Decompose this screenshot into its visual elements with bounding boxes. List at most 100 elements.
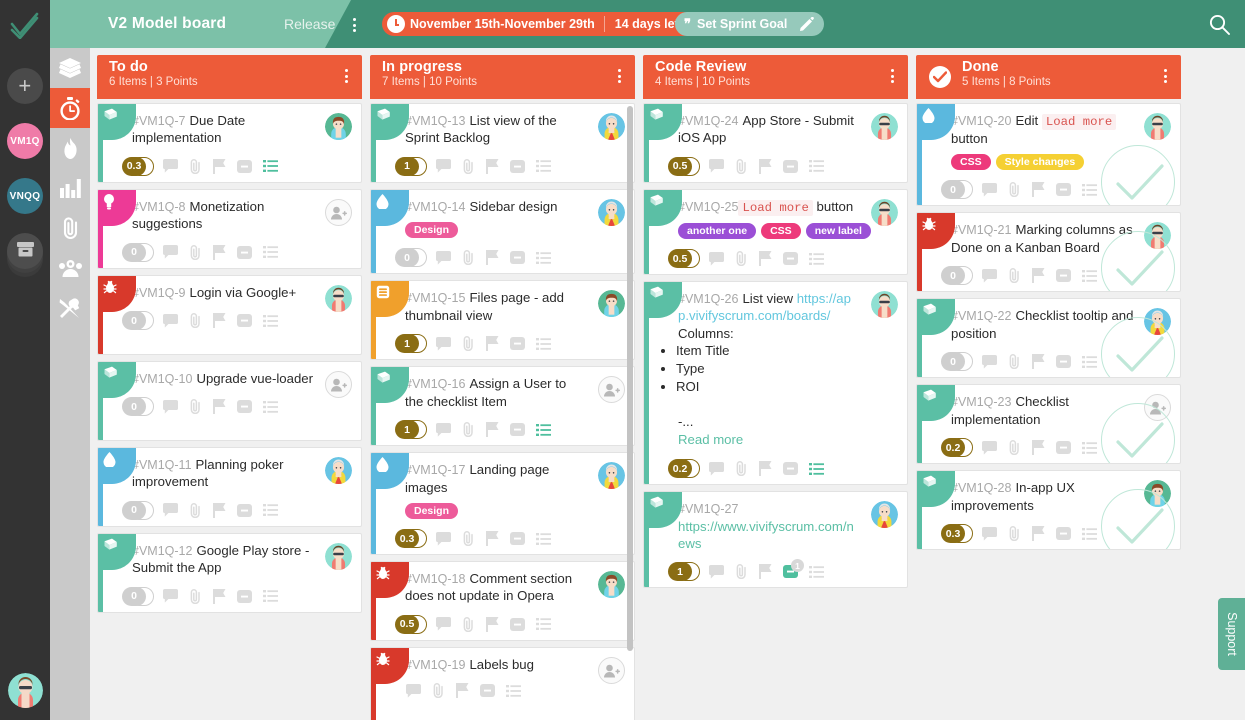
flag-icon[interactable]: [213, 588, 226, 604]
card-points[interactable]: 0: [395, 248, 427, 268]
sidebar-item-reports[interactable]: [50, 168, 90, 208]
sidebar-item-backlog[interactable]: [50, 48, 90, 88]
tag-icon[interactable]: [783, 252, 798, 266]
label-chip[interactable]: new label: [805, 223, 871, 240]
current-user-avatar[interactable]: [8, 673, 43, 708]
avatar[interactable]: [871, 199, 898, 226]
sidebar-item-burndown[interactable]: [50, 128, 90, 168]
card[interactable]: #VM1Q-15 Files page - add thumbnail view 1: [370, 280, 635, 361]
sidebar-item-settings[interactable]: [50, 288, 90, 328]
tag-icon[interactable]: [480, 684, 495, 698]
flag-icon[interactable]: [759, 251, 772, 267]
checklist-icon[interactable]: [263, 400, 278, 413]
card-points[interactable]: 0.5: [668, 156, 700, 176]
label-chip[interactable]: another one: [678, 223, 757, 240]
comment-icon[interactable]: [709, 461, 724, 476]
sidebar-item-files[interactable]: [50, 208, 90, 248]
archive-stack[interactable]: [7, 233, 43, 277]
card-points[interactable]: 0.5: [395, 614, 427, 634]
flag-icon[interactable]: [213, 158, 226, 174]
tag-icon[interactable]: [237, 245, 252, 259]
card[interactable]: #VM1Q-21 Marking columns as Done on a Kan…: [916, 212, 1181, 293]
card-points[interactable]: 0.3: [941, 524, 973, 544]
tag-icon[interactable]: [237, 159, 252, 173]
comment-icon[interactable]: [436, 159, 451, 173]
tag-icon[interactable]: [1056, 441, 1071, 455]
tag-icon[interactable]: [237, 589, 252, 603]
checklist-icon[interactable]: [263, 590, 278, 603]
column-menu-button[interactable]: [611, 66, 627, 86]
attachment-icon[interactable]: [462, 616, 475, 632]
attachment-icon[interactable]: [462, 422, 475, 438]
attachment-icon[interactable]: [735, 461, 748, 477]
card-points[interactable]: 0: [941, 180, 973, 200]
attachment-icon[interactable]: [1008, 440, 1021, 456]
comment-icon[interactable]: [436, 250, 451, 265]
attachment-icon[interactable]: [189, 313, 202, 329]
avatar[interactable]: [325, 457, 352, 484]
attachment-icon[interactable]: [462, 250, 475, 266]
add-project-button[interactable]: +: [7, 68, 43, 104]
checklist-icon[interactable]: [809, 565, 824, 578]
label-chip[interactable]: Design: [405, 503, 459, 520]
comment-icon[interactable]: [163, 503, 178, 517]
attachment-icon[interactable]: [189, 588, 202, 604]
column-menu-button[interactable]: [338, 66, 354, 86]
project-avatar-vm1q[interactable]: VM1Q: [7, 123, 43, 159]
tag-icon[interactable]: [510, 251, 525, 265]
attachment-icon[interactable]: [189, 158, 202, 174]
tag-icon[interactable]: [510, 337, 525, 351]
attachment-icon[interactable]: [432, 683, 445, 699]
column-menu-button[interactable]: [884, 66, 900, 86]
attachment-icon[interactable]: [462, 531, 475, 547]
release-menu-button[interactable]: [346, 15, 362, 35]
card[interactable]: #VM1Q-18 Comment section does not update …: [370, 561, 635, 642]
flag-icon[interactable]: [486, 422, 499, 438]
comment-icon[interactable]: [163, 589, 178, 603]
support-button[interactable]: Support: [1218, 598, 1245, 670]
tag-icon[interactable]: [1056, 527, 1071, 541]
set-sprint-goal-button[interactable]: ❞ Set Sprint Goal: [675, 12, 824, 36]
card[interactable]: #VM1Q-8 Monetization suggestions 0: [97, 189, 362, 269]
checklist-icon[interactable]: [536, 251, 551, 264]
card-points[interactable]: 0.2: [668, 459, 700, 479]
label-chip[interactable]: CSS: [761, 223, 801, 240]
label-chip[interactable]: Style changes: [995, 154, 1085, 171]
attachment-icon[interactable]: [735, 251, 748, 267]
assign-user-button[interactable]: [598, 657, 625, 685]
comment-icon[interactable]: [982, 440, 997, 455]
attachment-icon[interactable]: [189, 399, 202, 415]
avatar[interactable]: [325, 285, 352, 312]
attachment-icon[interactable]: [735, 564, 748, 580]
card[interactable]: #VM1Q-19 Labels bug: [370, 647, 635, 720]
checklist-icon[interactable]: [809, 462, 824, 475]
flag-icon[interactable]: [486, 531, 499, 547]
card[interactable]: #VM1Q-9 Login via Google+ 0: [97, 275, 362, 355]
tag-icon[interactable]: [510, 617, 525, 631]
tag-icon[interactable]: [237, 503, 252, 517]
label-chip[interactable]: Design: [405, 222, 459, 239]
avatar[interactable]: [325, 113, 352, 140]
card-points[interactable]: 0.3: [122, 156, 154, 176]
flag-icon[interactable]: [456, 683, 469, 699]
avatar[interactable]: [871, 291, 898, 319]
card[interactable]: #VM1Q-28 In-app UX improvements 0.3: [916, 470, 1181, 551]
checklist-icon[interactable]: [536, 532, 551, 545]
card[interactable]: #VM1Q-26 List view https://app.vivifyscru…: [643, 281, 908, 486]
checklist-icon[interactable]: [1082, 527, 1097, 540]
vivifyscrum-logo-icon[interactable]: [10, 11, 40, 40]
attachment-icon[interactable]: [189, 502, 202, 518]
read-more-link[interactable]: Read more: [654, 431, 897, 449]
attachment-icon[interactable]: [735, 158, 748, 174]
checklist-icon[interactable]: [506, 684, 521, 697]
comment-icon[interactable]: [982, 526, 997, 541]
sprint-date-pill[interactable]: November 15th-November 29th 14 days left: [382, 12, 695, 36]
card-points[interactable]: 0: [122, 397, 154, 417]
card-link[interactable]: https://www.vivifyscrum.com/news: [678, 519, 854, 551]
checklist-icon[interactable]: [263, 504, 278, 517]
search-button[interactable]: [1209, 14, 1230, 40]
tag-icon[interactable]: [237, 400, 252, 414]
card-points[interactable]: 0.5: [668, 249, 700, 269]
flag-icon[interactable]: [759, 564, 772, 580]
card[interactable]: #VM1Q-14 Sidebar design Design 0: [370, 189, 635, 275]
